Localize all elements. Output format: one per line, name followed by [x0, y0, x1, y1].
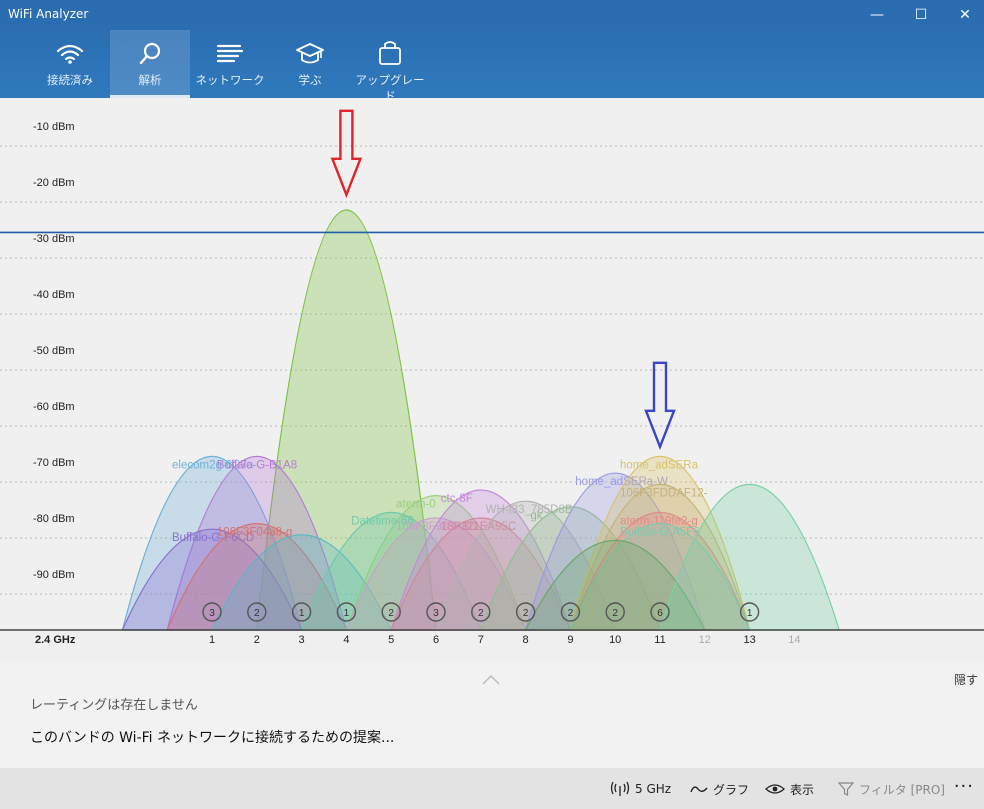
tab-label: 学ぶ	[298, 73, 322, 87]
band-axis-label: 2.4 GHz	[35, 634, 76, 646]
rating-text: レーティングは存在しません	[30, 698, 198, 713]
y-tick-label: -40 dBm	[33, 289, 75, 301]
app-title: WiFi Analyzer	[8, 7, 89, 21]
x-tick-label: 9	[567, 634, 573, 646]
maximize-button[interactable]: ☐	[898, 0, 944, 30]
nav-bar: 接続済み 解析 ネットワーク 学ぶ アップグレード	[0, 30, 984, 103]
network-label: Buffalo-G-B1A8	[217, 459, 297, 471]
bottom-command-bar: 5 GHz グラフ 表示 フィルタ [PRO] ···	[0, 768, 984, 809]
eye-icon	[765, 784, 785, 794]
channel-count-label: 2	[523, 608, 529, 619]
chevron-up-icon[interactable]	[482, 673, 500, 685]
tab-label: 接続済み	[47, 73, 93, 87]
tab-learn[interactable]: 学ぶ	[270, 30, 350, 98]
network-label: 106F3F04a8-g	[217, 527, 292, 539]
tab-label: 解析	[138, 73, 162, 87]
band-label: 5 GHz	[635, 782, 672, 796]
x-tick-label: 1	[209, 634, 215, 646]
channel-count-label: 3	[433, 608, 439, 619]
magnifier-icon	[139, 42, 161, 65]
y-tick-label: -20 dBm	[33, 177, 75, 189]
shopping-bag-icon	[379, 41, 401, 65]
x-tick-label: 13	[743, 634, 755, 646]
graph-label: グラフ	[713, 782, 750, 797]
channel-count-label: 2	[388, 608, 394, 619]
tab-analyze[interactable]: 解析	[110, 30, 190, 98]
antenna-icon	[610, 781, 630, 796]
hide-button[interactable]: 隠す	[954, 671, 978, 688]
channel-count-label: 6	[657, 608, 663, 619]
minimize-button[interactable]: —	[854, 0, 900, 30]
channel-count-label: 3	[209, 608, 215, 619]
tab-connected[interactable]: 接続済み	[30, 30, 110, 98]
channel-count-label: 2	[254, 608, 260, 619]
channel-count-label: 1	[344, 608, 350, 619]
filter-label: フィルタ [PRO]	[859, 782, 945, 797]
y-tick-label: -70 dBm	[33, 457, 75, 469]
network-label: gk	[530, 510, 542, 522]
y-tick-label: -60 dBm	[33, 401, 75, 413]
info-panel: 隠す レーティングは存在しません このバンドの Wi-Fi ネットワークに接続す…	[0, 663, 984, 768]
channel-count-label: 2	[612, 608, 618, 619]
channel-count-label: 1	[747, 608, 753, 619]
x-tick-label: 8	[523, 634, 529, 646]
y-tick-label: -30 dBm	[33, 233, 75, 245]
network-label: ctc-8F	[441, 493, 473, 505]
y-tick-label: -50 dBm	[33, 345, 75, 357]
suggestion-link[interactable]: このバンドの Wi-Fi ネットワークに接続するための提案...	[30, 727, 394, 747]
y-tick-label: -80 dBm	[33, 513, 75, 525]
channel-count-label: 2	[478, 608, 484, 619]
wifi-icon	[56, 44, 84, 64]
x-tick-label: 12	[699, 634, 711, 646]
x-tick-label: 7	[478, 634, 484, 646]
list-icon	[216, 44, 244, 63]
y-tick-label: -90 dBm	[33, 569, 75, 581]
x-tick-label: 10	[609, 634, 621, 646]
graduation-cap-icon	[296, 43, 324, 64]
channel-count-label: 1	[299, 608, 305, 619]
chart-svg: -10 dBm -20 dBm -30 dBm -40 dBm -50 dBm -60 d…	[0, 98, 984, 646]
network-label: Buffalo-G-A5F6	[620, 527, 700, 539]
x-tick-label: 14	[788, 634, 800, 646]
view-label: 表示	[790, 782, 815, 797]
view-button[interactable]: 表示	[765, 780, 814, 798]
x-tick-label: 4	[343, 634, 349, 646]
network-label: 106F3FDDAF12-	[620, 487, 708, 499]
y-tick-label: -10 dBm	[33, 121, 75, 133]
channel-graph: -10 dBm -20 dBm -30 dBm -40 dBm -50 dBm -60 d…	[0, 98, 984, 663]
x-tick-label: 3	[299, 634, 305, 646]
tab-label: ネットワーク	[195, 73, 265, 87]
graph-button[interactable]: グラフ	[690, 780, 749, 798]
x-tick-label: 11	[654, 634, 665, 646]
x-tick-label: 2	[254, 634, 260, 646]
network-label: home_adSERa	[620, 459, 699, 471]
tab-network[interactable]: ネットワーク	[190, 30, 270, 98]
graph-icon	[690, 786, 708, 793]
x-tick-label: 6	[433, 634, 439, 646]
filter-button[interactable]: フィルタ [PRO]	[838, 780, 945, 798]
filter-icon	[838, 782, 854, 796]
channel-count-label: 2	[568, 608, 574, 619]
x-tick-label: 5	[388, 634, 394, 646]
more-options-button[interactable]: ···	[954, 776, 974, 797]
tab-upgrade[interactable]: アップグレード	[350, 30, 430, 103]
title-bar: WiFi Analyzer — ☐ ✕	[0, 0, 984, 30]
close-button[interactable]: ✕	[942, 0, 984, 30]
band-5ghz-button[interactable]: 5 GHz	[610, 780, 671, 798]
network-label: aterm-0	[396, 499, 436, 511]
